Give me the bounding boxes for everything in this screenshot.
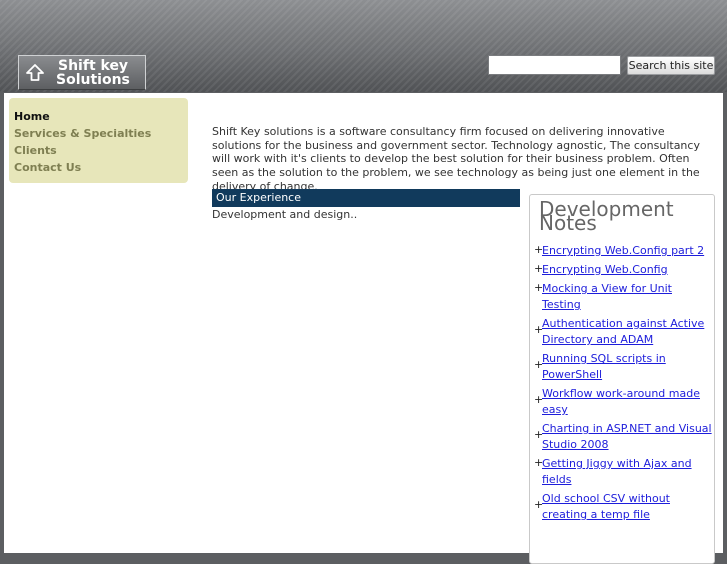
note-link[interactable]: Authentication against Active Directory … xyxy=(542,316,712,348)
bullet-plus: + xyxy=(534,428,544,441)
search-input[interactable] xyxy=(488,55,621,75)
list-item: + Charting in ASP.NET and Visual Studio 2… xyxy=(534,421,712,453)
list-item: + Workflow work-around made easy xyxy=(534,386,712,418)
nav-item-clients[interactable]: Clients xyxy=(14,144,57,157)
bullet-plus: + xyxy=(534,281,544,294)
experience-heading: Our Experience xyxy=(212,189,520,207)
shift-arrow-icon xyxy=(26,64,44,81)
note-link[interactable]: Old school CSV without creating a temp f… xyxy=(542,491,712,523)
note-link[interactable]: Getting Jiggy with Ajax and fields xyxy=(542,456,712,488)
content-panel: Home Services & Specialties Clients Cont… xyxy=(4,93,723,564)
notes-list: + Encrypting Web.Config part 2 + Encryptin… xyxy=(534,243,712,526)
search-button[interactable]: Search this site xyxy=(627,56,715,75)
nav-item-services[interactable]: Services & Specialties xyxy=(14,127,151,140)
note-link[interactable]: Encrypting Web.Config part 2 xyxy=(542,243,712,259)
bullet-plus: + xyxy=(534,393,544,406)
intro-paragraph: Shift Key solutions is a software consul… xyxy=(212,125,700,193)
list-item: + Mocking a View for Unit Testing xyxy=(534,281,712,313)
site-header: Shift key Solutions Search this site xyxy=(0,0,727,92)
list-item: + Authentication against Active Directory… xyxy=(534,316,712,348)
note-link[interactable]: Encrypting Web.Config xyxy=(542,262,712,278)
site-logo[interactable]: Shift key Solutions xyxy=(18,55,146,90)
note-link[interactable]: Charting in ASP.NET and Visual Studio 20… xyxy=(542,421,712,453)
nav-item-home[interactable]: Home xyxy=(14,110,50,123)
notes-title: Development Notes xyxy=(539,197,674,235)
list-item: + Running SQL scripts in PowerShell xyxy=(534,351,712,383)
note-link[interactable]: Workflow work-around made easy xyxy=(542,386,712,418)
development-notes-box: Development Notes + Encrypting Web.Config… xyxy=(529,194,715,564)
bullet-plus: + xyxy=(534,323,544,336)
bullet-plus: + xyxy=(534,243,544,256)
logo-text-line2: Solutions xyxy=(56,72,130,88)
list-item: + Getting Jiggy with Ajax and fields xyxy=(534,456,712,488)
bullet-plus: + xyxy=(534,498,544,511)
bullet-plus: + xyxy=(534,262,544,275)
list-item: + Old school CSV without creating a temp … xyxy=(534,491,712,523)
list-item: + Encrypting Web.Config part 2 xyxy=(534,243,712,259)
list-item: + Encrypting Web.Config xyxy=(534,262,712,278)
sidebar-nav: Home Services & Specialties Clients Cont… xyxy=(9,98,188,183)
bullet-plus: + xyxy=(534,456,544,469)
experience-body: Development and design.. xyxy=(212,208,358,221)
note-link[interactable]: Running SQL scripts in PowerShell xyxy=(542,351,712,383)
nav-item-contact[interactable]: Contact Us xyxy=(14,161,81,174)
note-link[interactable]: Mocking a View for Unit Testing xyxy=(542,281,712,313)
logo-text-line1: Shift key xyxy=(58,58,129,74)
bullet-plus: + xyxy=(534,358,544,371)
